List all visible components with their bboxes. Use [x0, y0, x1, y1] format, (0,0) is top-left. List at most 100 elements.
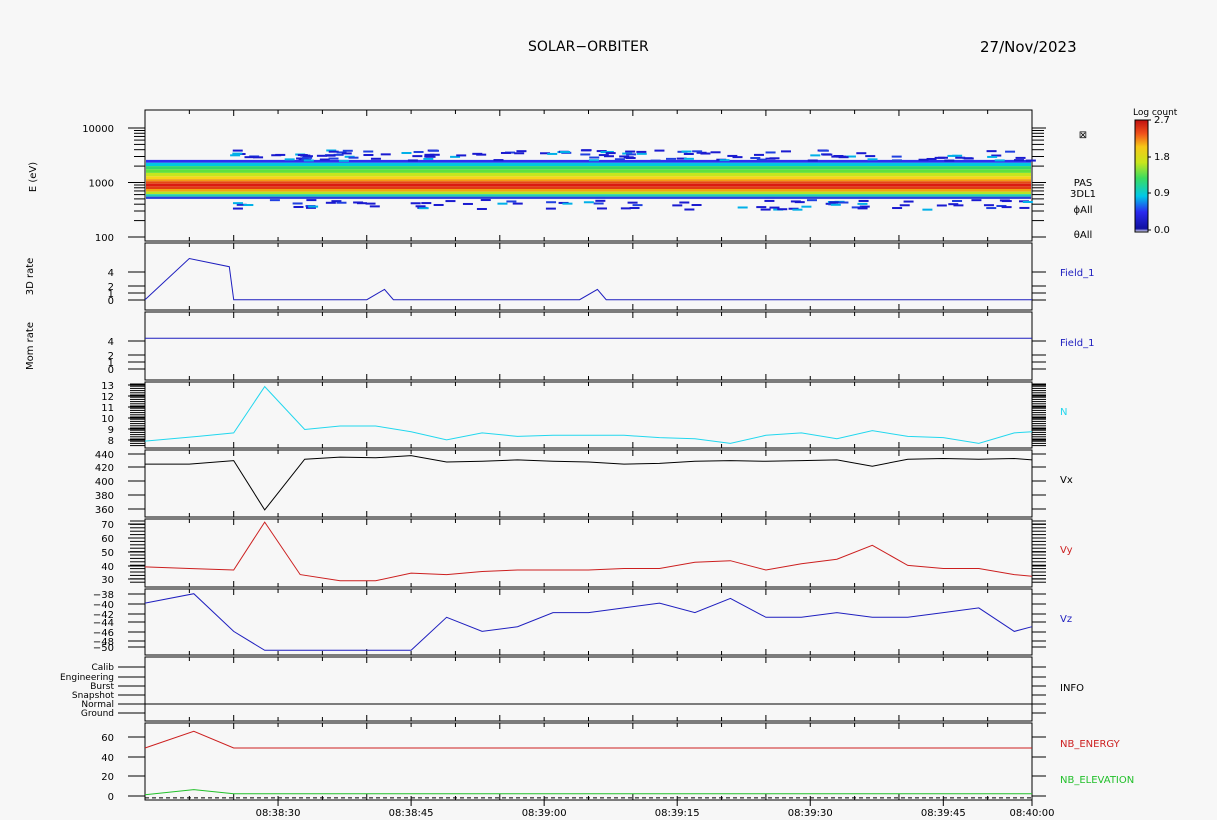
- spectrogram-speckle: [243, 204, 254, 207]
- chart-canvas: 100001000100E (eV)⊠PAS3DL1ϕAllθAllLog co…: [25, 108, 1178, 819]
- spectrogram-speckle: [857, 202, 868, 205]
- y-tick-label: 20: [101, 772, 114, 783]
- spectrogram-speckle: [625, 156, 636, 159]
- y-tick-label: −50: [93, 643, 114, 654]
- y-axis-label: E (eV): [28, 162, 39, 192]
- spectrogram-speckle: [497, 202, 508, 205]
- spectrogram-speckle: [810, 154, 821, 157]
- spectrogram-band: [146, 188, 1031, 192]
- spectrogram-speckle: [760, 208, 771, 211]
- spectrogram-speckle: [369, 205, 380, 208]
- spectrogram-band: [146, 181, 1031, 184]
- spectrogram-speckle: [636, 152, 647, 155]
- y-tick-label: 50: [101, 548, 114, 559]
- spectrogram-speckle: [603, 155, 614, 158]
- spectrogram-speckle: [756, 158, 767, 161]
- spectrogram-speckle: [922, 208, 933, 211]
- y-tick-label: 4: [108, 268, 114, 279]
- spectrogram-speckle: [562, 202, 573, 205]
- spectrogram-speckle: [401, 151, 412, 154]
- spectrogram-speckle: [971, 199, 982, 202]
- y-tick-label: 420: [95, 463, 114, 474]
- spectrogram-speckle: [769, 157, 780, 160]
- spectrogram-speckle: [412, 155, 423, 158]
- spectrogram-band: [146, 162, 1031, 167]
- spectrogram-speckle: [476, 153, 487, 156]
- spectrogram-right-label: ϕAll: [1074, 205, 1093, 216]
- spectrogram-speckle: [428, 149, 439, 152]
- spectrogram-speckle: [719, 159, 730, 162]
- spectrogram-speckle: [380, 153, 391, 156]
- series-label: Field_1: [1060, 268, 1094, 279]
- spectrogram-speckle: [547, 152, 558, 155]
- y-tick-label: 40: [101, 753, 114, 764]
- spectrogram-speckle: [1025, 159, 1036, 162]
- spectrogram-speckle: [232, 152, 243, 155]
- spectrogram-speckle: [632, 204, 643, 207]
- spectrogram-speckle: [545, 207, 556, 210]
- spectrogram-right-label: PAS: [1074, 178, 1093, 189]
- spectrogram-speckle: [429, 153, 440, 156]
- spectrogram-speckle: [769, 206, 780, 209]
- spectrogram-speckle: [275, 153, 286, 156]
- y-tick-label: 12: [101, 392, 114, 403]
- spectrogram-speckle: [986, 207, 997, 210]
- spectrogram-speckle: [681, 150, 692, 153]
- spectrogram-speckle: [336, 201, 347, 204]
- x-tick-label: 08:38:30: [256, 808, 301, 819]
- series-line-nb_elevation: [144, 789, 1032, 796]
- colorbar: [1134, 119, 1149, 233]
- spectrogram-speckle: [983, 204, 994, 207]
- spectrogram-speckle: [580, 153, 591, 156]
- spectrogram-speckle: [516, 150, 527, 153]
- spectrogram-speckle: [857, 207, 868, 210]
- spectrogram-speckle: [253, 156, 264, 159]
- spectrogram-speckle: [625, 150, 636, 153]
- spectrogram-speckle: [284, 158, 295, 161]
- spectrogram-speckle: [232, 207, 243, 210]
- spectrogram-speckle: [830, 203, 841, 206]
- spectrogram-speckle: [480, 199, 491, 202]
- spectrogram-speckle: [421, 202, 432, 205]
- spectrogram-speckle: [987, 155, 998, 158]
- x-tick-label: 08:39:30: [788, 808, 833, 819]
- spectrogram-speckle: [269, 199, 280, 202]
- spectrogram-speckle: [944, 159, 955, 162]
- spectrogram-speckle: [891, 155, 902, 158]
- spectrogram-speckle: [963, 157, 974, 160]
- spectrogram-speckle: [232, 202, 243, 205]
- colorbar-tick-label: 1.8: [1154, 152, 1170, 163]
- spectrogram-speckle: [684, 208, 695, 211]
- spectrogram-speckle: [596, 207, 607, 210]
- spectrogram-speckle: [306, 199, 317, 202]
- series-line-vx: [145, 455, 1033, 511]
- spectrogram-speckle: [514, 152, 525, 155]
- spectrogram-speckle: [867, 158, 878, 161]
- spectrogram-speckle: [636, 150, 647, 153]
- spectrogram-speckle: [629, 207, 640, 210]
- spectrogram-speckle: [756, 206, 767, 209]
- y-tick-label: 70: [101, 520, 114, 531]
- x-tick-label: 08:38:45: [389, 808, 434, 819]
- spectrogram-speckle: [546, 201, 557, 204]
- spectrogram-speckle: [370, 157, 381, 160]
- y-axis-label: Mom rate: [25, 322, 36, 370]
- series-label: Vy: [1060, 545, 1073, 556]
- y-axis-label: 3D rate: [25, 258, 36, 296]
- spectrogram-speckle: [627, 201, 638, 204]
- spectrogram-right-label: θAll: [1074, 230, 1093, 241]
- spectrogram-speckle: [865, 155, 876, 158]
- y-tick-label: 1000: [89, 179, 114, 190]
- spectrogram-speckle: [605, 152, 616, 155]
- series-label: N: [1060, 407, 1067, 418]
- spectrogram-speckle: [986, 150, 997, 153]
- spectrogram-speckle: [937, 156, 948, 159]
- spectrogram-speckle: [423, 157, 434, 160]
- x-tick-label: 08:39:00: [522, 808, 567, 819]
- spectrogram-speckle: [456, 154, 467, 157]
- spectrogram-speckle: [506, 200, 517, 203]
- spectrogram-speckle: [679, 201, 690, 204]
- spectrogram-speckle: [650, 159, 661, 162]
- series-line-nb_energy: [144, 730, 1032, 749]
- spectrogram-speckle: [308, 205, 319, 208]
